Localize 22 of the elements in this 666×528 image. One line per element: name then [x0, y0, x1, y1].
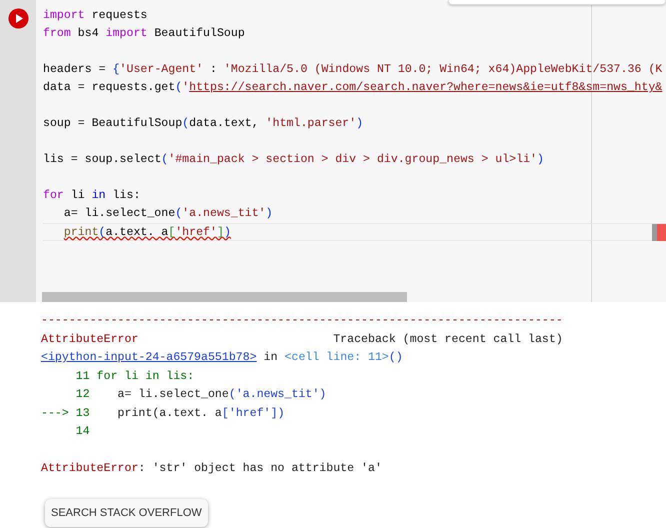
- traceback-line: <ipython-input-24-a6579a551b78> in <cell line: 11>(): [41, 351, 403, 364]
- code-line: a= li.select_one('a.news_tit'): [64, 207, 273, 220]
- traceback-line: ---> 13 print(a.text. a['href']): [41, 406, 285, 420]
- file-link[interactable]: <ipython-input-24-a6579a551b78>: [41, 351, 257, 364]
- code-line: from bs4 import BeautifulSoup: [43, 27, 245, 40]
- code-line: data = requests.get('https://search.naver.com/search.naver?where=news&ie=utf8&sm=nws_hty&: [43, 81, 662, 94]
- traceback-line: AttributeError Traceback (most recent call last): [41, 332, 563, 346]
- code-line: print(a.text. a['href']): [64, 226, 231, 239]
- code-line: headers = {'User-Agent' : 'Mozilla/5.0 (Windows NT 10.0; Win64; x64)AppleWebKit/537.36 (K: [43, 63, 662, 76]
- traceback-line: 12 a= li.select_one('a.news_tit'): [74, 388, 326, 401]
- traceback-line: 11 for li in lis:: [74, 370, 194, 382]
- traceback-line: ---------------------------------------------------------------------------: [41, 314, 563, 327]
- traceback-line: AttributeError: 'str' object has no attribute 'a': [41, 462, 382, 475]
- traceback-line: 14: [74, 425, 90, 438]
- code-line: import requests: [43, 9, 148, 22]
- code-line: lis = soup.select('#main_pack > section > div > div.group_news > ul>li'): [43, 153, 544, 166]
- horizontal-scrollbar[interactable]: [42, 292, 407, 302]
- error-marker: [652, 224, 666, 241]
- code-line: soup = BeautifulSoup(data.text, 'html.parser'): [43, 117, 364, 130]
- search-stack-overflow-button[interactable]: SEARCH STACK OVERFLOW: [45, 498, 208, 527]
- code-line: for li in lis:: [43, 189, 140, 202]
- run-button[interactable]: [8, 8, 28, 29]
